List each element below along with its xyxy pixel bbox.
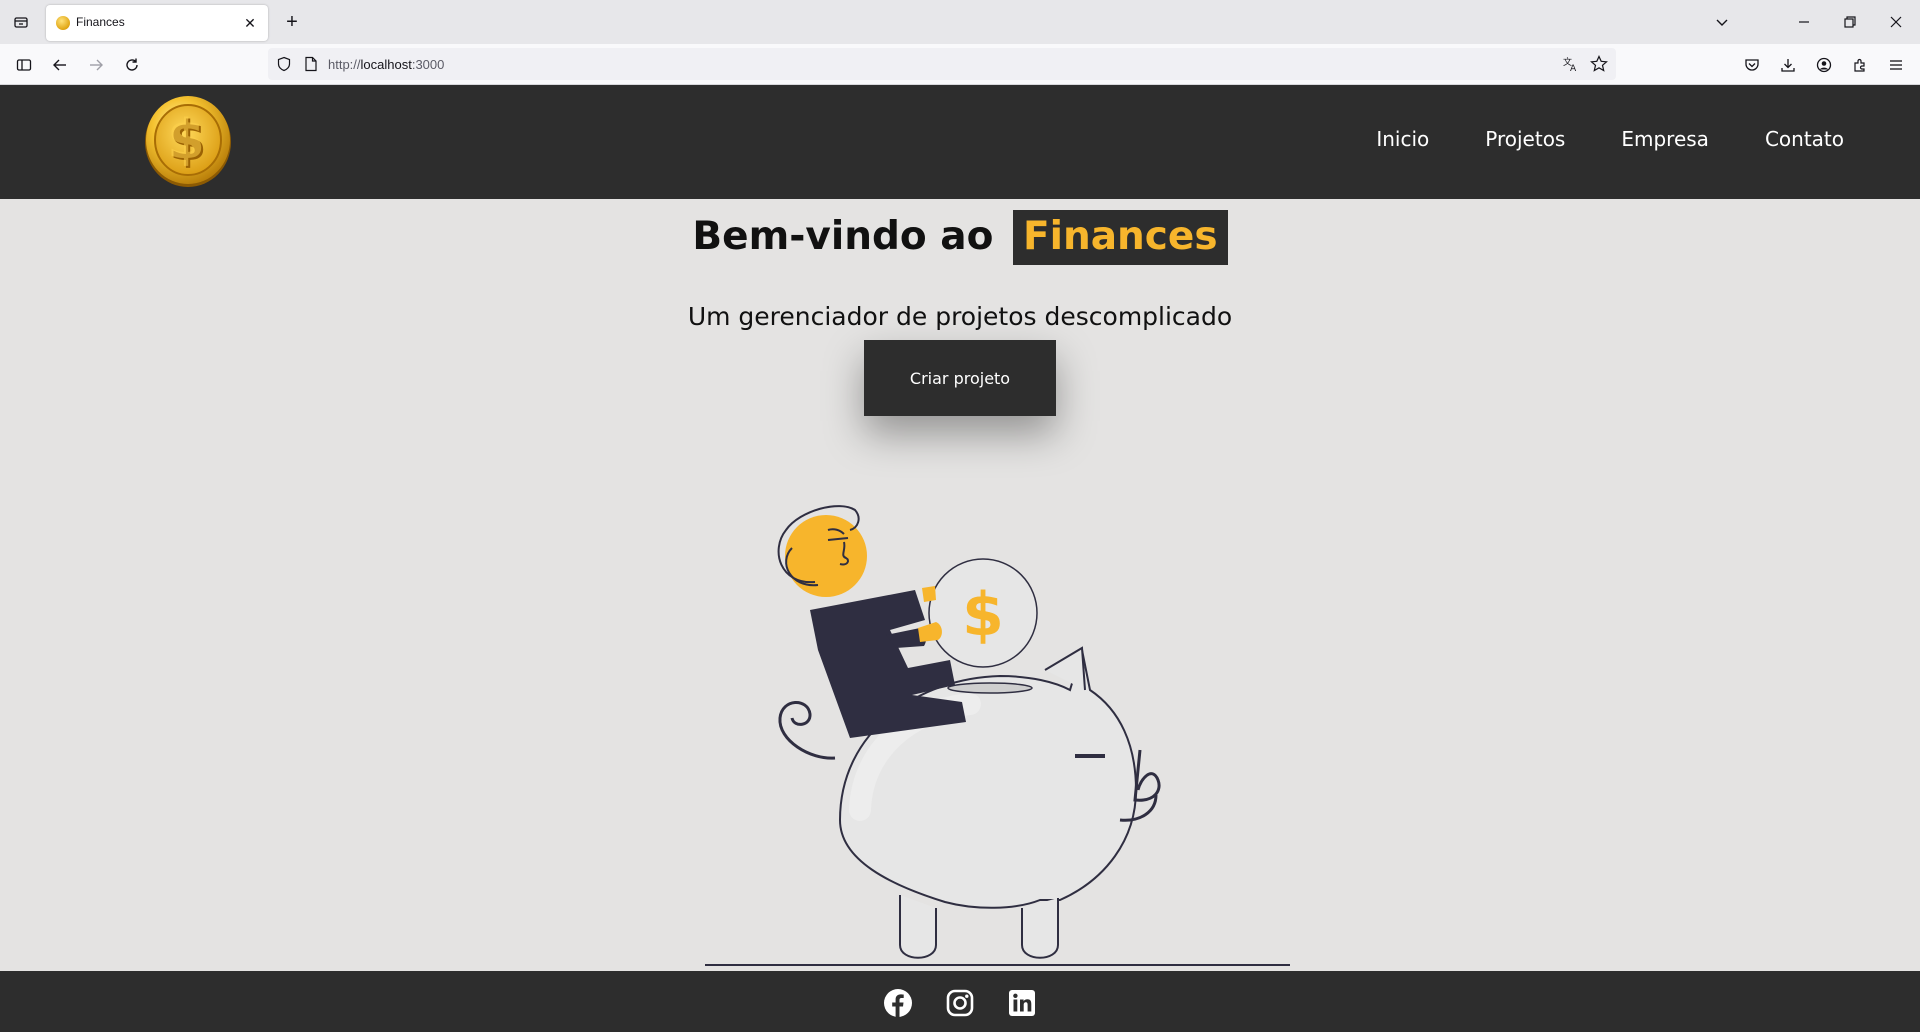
hero-title-prefix: Bem-vindo ao <box>692 214 1007 259</box>
svg-text:$: $ <box>167 108 205 171</box>
browser-tab-bar: Finances ✕ + <box>0 0 1920 44</box>
downloads-icon[interactable] <box>1776 53 1800 77</box>
account-icon[interactable] <box>1812 53 1836 77</box>
nav-link-contato[interactable]: Contato <box>1765 127 1844 151</box>
finances-favicon-icon <box>56 16 70 30</box>
browser-tab-active[interactable]: Finances ✕ <box>46 5 268 41</box>
sidebar-toggle-icon[interactable] <box>12 53 36 77</box>
url-port: :3000 <box>411 57 445 72</box>
forward-icon[interactable] <box>84 53 108 77</box>
url-scheme: http:// <box>328 57 361 72</box>
site-footer <box>0 971 1920 1032</box>
hero-title-brand: Finances <box>1012 210 1228 265</box>
url-text[interactable]: http://localhost:3000 <box>328 57 444 72</box>
restore-icon[interactable] <box>1838 10 1862 34</box>
main-nav: Inicio Projetos Empresa Contato <box>1376 127 1844 151</box>
hero-subtitle: Um gerenciador de projetos descomplicado <box>687 302 1233 331</box>
close-window-icon[interactable] <box>1884 10 1908 34</box>
tab-title: Finances <box>76 15 125 29</box>
translate-icon[interactable]: 文A <box>1562 55 1580 78</box>
browser-toolbar: http://localhost:3000 文A <box>0 44 1920 85</box>
nav-link-empresa[interactable]: Empresa <box>1621 127 1709 151</box>
app-menu-icon[interactable] <box>1884 53 1908 77</box>
finances-coin-logo-icon[interactable]: $ $ <box>144 94 232 188</box>
extensions-icon[interactable] <box>1848 53 1872 77</box>
minimize-icon[interactable] <box>1792 10 1816 34</box>
hero-title: Bem-vindo ao Finances <box>0 210 1920 265</box>
piggy-bank-illustration: $ <box>700 490 1300 970</box>
reload-icon[interactable] <box>120 53 144 77</box>
linkedin-icon[interactable] <box>1007 988 1037 1018</box>
url-bar[interactable]: http://localhost:3000 文A <box>268 48 1616 80</box>
create-project-button[interactable]: Criar projeto <box>864 340 1056 416</box>
nav-link-inicio[interactable]: Inicio <box>1376 127 1429 151</box>
list-all-tabs-icon[interactable] <box>1710 10 1734 34</box>
instagram-icon[interactable] <box>945 988 975 1018</box>
tracking-shield-icon[interactable] <box>276 56 292 77</box>
svg-text:A: A <box>1570 64 1577 73</box>
site-header: $ $ Inicio Projetos Empresa Contato <box>0 85 1920 199</box>
page-info-icon[interactable] <box>304 56 318 77</box>
nav-link-projetos[interactable]: Projetos <box>1485 127 1565 151</box>
bookmark-star-icon[interactable] <box>1590 55 1608 78</box>
facebook-icon[interactable] <box>883 988 913 1018</box>
new-tab-icon[interactable]: + <box>280 10 304 34</box>
back-icon[interactable] <box>48 53 72 77</box>
svg-text:$: $ <box>962 580 1004 650</box>
tab-list-icon[interactable] <box>10 11 32 33</box>
close-tab-icon[interactable]: ✕ <box>240 13 260 33</box>
pocket-icon[interactable] <box>1740 53 1764 77</box>
url-host: localhost <box>360 57 412 72</box>
